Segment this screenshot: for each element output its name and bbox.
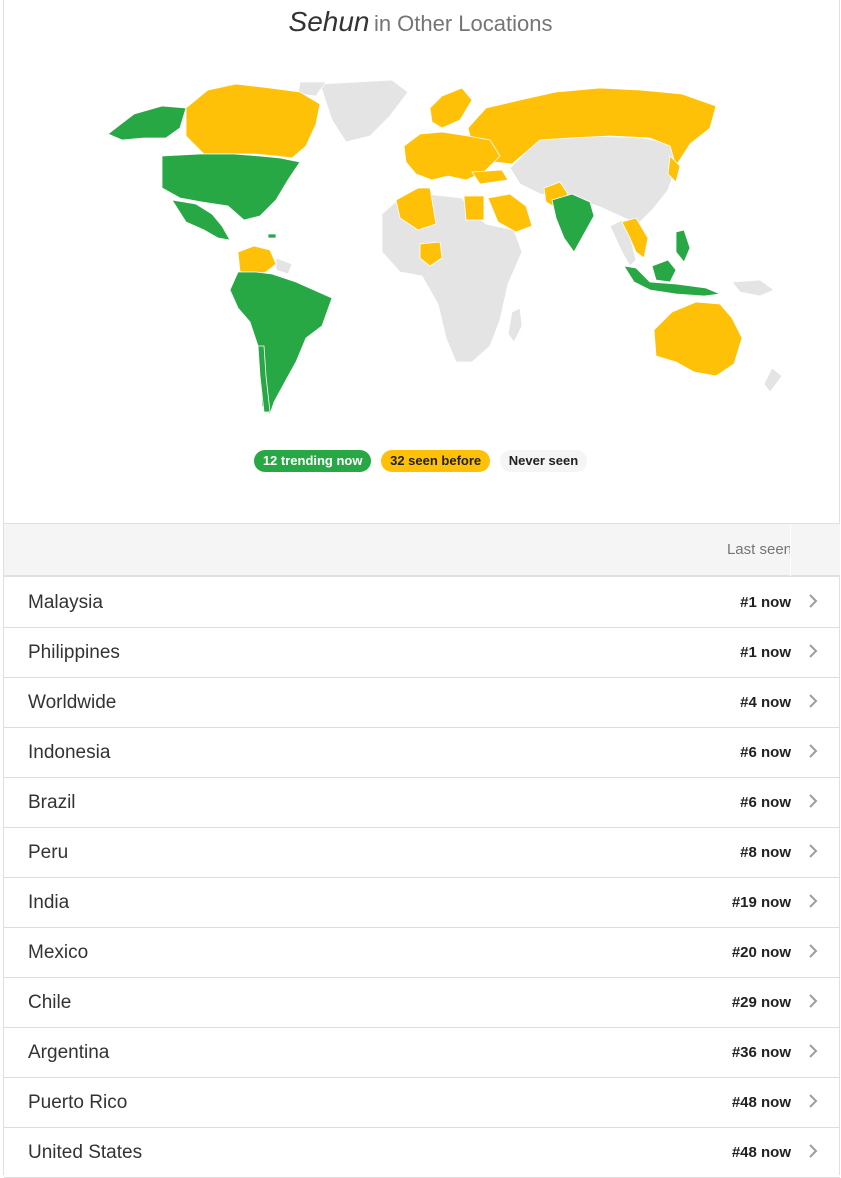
table-row[interactable]: Mexico #20 now — [4, 928, 840, 978]
table-row[interactable]: Argentina #36 now — [4, 1028, 840, 1078]
row-location: Worldwide — [28, 692, 117, 713]
title-subtitle: in Other Locations — [373, 11, 553, 36]
chevron-right-icon — [809, 744, 818, 758]
world-map — [70, 76, 810, 421]
row-location: United States — [28, 1142, 143, 1163]
row-location: Argentina — [28, 1042, 110, 1063]
map-legend: 12 trending now 32 seen before Never see… — [0, 450, 841, 472]
map-region-central-asia-china — [509, 135, 677, 225]
map-region-new-zealand — [763, 367, 783, 393]
table-row[interactable]: Indonesia #6 now — [4, 728, 840, 778]
table-row[interactable]: Brazil #6 now — [4, 778, 840, 828]
chevron-right-icon — [809, 994, 818, 1008]
row-location: Brazil — [28, 792, 76, 813]
chevron-right-icon — [809, 1144, 818, 1158]
map-region-greenland — [319, 79, 409, 143]
map-region-egypt — [463, 195, 485, 221]
chevron-right-icon — [809, 694, 818, 708]
chevron-right-icon — [809, 594, 818, 608]
map-region-india — [551, 193, 595, 253]
row-rank: #6 now — [740, 744, 791, 761]
map-region-puerto-rico — [267, 233, 277, 239]
map-region-philippines — [675, 229, 691, 263]
chevron-right-icon — [809, 1044, 818, 1058]
chevron-right-icon — [809, 944, 818, 958]
map-region-colombia-venezuela — [237, 245, 277, 277]
row-location: Puerto Rico — [28, 1092, 128, 1113]
row-rank: #48 now — [731, 1094, 791, 1111]
row-location: Malaysia — [28, 592, 103, 613]
row-rank: #29 now — [731, 994, 791, 1011]
table-row[interactable]: Worldwide #4 now — [4, 678, 840, 728]
map-region-scandinavia — [429, 87, 473, 129]
row-location: Peru — [28, 842, 69, 863]
row-rank: #1 now — [740, 644, 791, 661]
table-header: Last seen — [4, 523, 840, 577]
row-rank: #8 now — [740, 844, 791, 861]
map-region-borneo — [651, 259, 677, 283]
table-row[interactable]: Chile #29 now — [4, 978, 840, 1028]
row-location: Indonesia — [28, 742, 111, 763]
world-map-svg — [107, 79, 783, 415]
legend-trending-now[interactable]: 12 trending now — [253, 450, 372, 472]
map-region-turkey — [471, 169, 509, 185]
map-region-alaska — [107, 105, 187, 141]
chevron-right-icon — [809, 644, 818, 658]
table-row[interactable]: India #19 now — [4, 878, 840, 928]
table-row[interactable]: Malaysia #1 now — [4, 578, 840, 628]
chevron-right-icon — [809, 794, 818, 808]
legend-never-seen[interactable]: Never seen — [499, 450, 588, 472]
column-header-last-seen[interactable]: Last seen — [727, 541, 792, 558]
map-region-mexico — [171, 199, 231, 241]
map-region-guianas — [275, 257, 293, 275]
map-region-png — [731, 279, 775, 297]
trend-name: Sehun — [288, 6, 370, 37]
row-location: India — [28, 892, 70, 913]
page-title: Sehun in Other Locations — [0, 0, 841, 46]
legend-seen-before[interactable]: 32 seen before — [381, 450, 491, 472]
row-location: Philippines — [28, 642, 120, 663]
table-row[interactable]: Puerto Rico #48 now — [4, 1078, 840, 1128]
map-region-canada — [185, 83, 321, 159]
row-rank: #6 now — [740, 794, 791, 811]
chevron-right-icon — [809, 894, 818, 908]
locations-table: Malaysia #1 now Philippines #1 now World… — [4, 578, 840, 1178]
row-location: Mexico — [28, 942, 89, 963]
chevron-right-icon — [809, 844, 818, 858]
table-row[interactable]: United States #48 now — [4, 1128, 840, 1178]
map-region-brazil-south-america — [229, 271, 333, 415]
column-divider — [790, 524, 791, 576]
row-rank: #20 now — [731, 944, 791, 961]
table-row[interactable]: Peru #8 now — [4, 828, 840, 878]
row-rank: #1 now — [740, 594, 791, 611]
table-row[interactable]: Philippines #1 now — [4, 628, 840, 678]
map-region-madagascar — [507, 307, 523, 343]
row-rank: #4 now — [740, 694, 791, 711]
row-rank: #48 now — [731, 1144, 791, 1161]
row-rank: #36 now — [731, 1044, 791, 1061]
row-rank: #19 now — [731, 894, 791, 911]
row-location: Chile — [28, 992, 72, 1013]
map-region-australia — [653, 301, 743, 377]
chevron-right-icon — [809, 1094, 818, 1108]
